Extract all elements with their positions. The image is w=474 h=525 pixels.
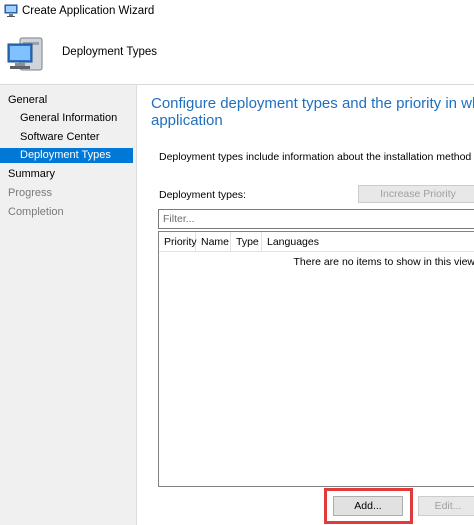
title-bar: Create Application Wizard [0, 0, 474, 25]
sidebar-item-label: Deployment Types [20, 149, 111, 161]
wizard-sidebar: General General Information Software Cen… [0, 85, 137, 525]
column-header-label: Languages [267, 236, 319, 248]
sidebar-item-software-center[interactable]: Software Center [20, 130, 130, 145]
page-heading: Deployment Types [62, 46, 158, 58]
wizard-header: Deployment Types [0, 24, 474, 85]
deployment-types-label: Deployment types: [159, 189, 246, 201]
window-title: Create Application Wizard [22, 5, 155, 17]
sidebar-item-label: Progress [8, 187, 53, 199]
column-header-label: Type [236, 236, 259, 248]
edit-button[interactable]: Edit... [418, 496, 474, 516]
page-title-line-1: Configure deployment types and the prior… [151, 95, 474, 112]
sidebar-item-label: General [8, 94, 48, 106]
edit-button-label: Edit... [434, 500, 462, 512]
sidebar-item-general[interactable]: General [8, 93, 128, 108]
sidebar-item-deployment-types[interactable]: Deployment Types [0, 148, 133, 163]
increase-priority-label: Increase Priority [380, 188, 456, 200]
sidebar-item-label: Completion [8, 206, 64, 218]
column-header-type[interactable]: Type [231, 232, 262, 252]
column-header-languages[interactable]: Languages [262, 232, 474, 252]
column-header-name[interactable]: Name [196, 232, 231, 252]
empty-list-message: There are no items to show in this view [293, 256, 474, 268]
sidebar-item-label: General Information [20, 112, 118, 124]
sidebar-item-label: Summary [8, 168, 56, 180]
page-title-line-2: application [151, 112, 223, 129]
filter-input[interactable]: Filter... [158, 209, 474, 229]
deployment-types-list[interactable]: Priority Name Type Languages There are n… [158, 231, 474, 487]
sidebar-item-progress: Progress [8, 186, 128, 201]
sidebar-item-general-information[interactable]: General Information [20, 111, 130, 126]
page-title: Configure deployment types and the prior… [151, 95, 474, 129]
column-header-label: Name [201, 236, 230, 248]
description-text: Deployment types include information abo… [159, 151, 474, 163]
computer-icon [7, 37, 43, 71]
sidebar-item-label: Software Center [20, 131, 100, 143]
main-panel: Configure deployment types and the prior… [137, 85, 474, 525]
column-header-priority[interactable]: Priority [159, 232, 197, 252]
filter-placeholder: Filter... [163, 213, 195, 225]
sidebar-item-summary[interactable]: Summary [8, 167, 128, 182]
column-header-label: Priority [164, 236, 197, 248]
highlight-box [324, 488, 413, 524]
increase-priority-button[interactable]: Increase Priority [358, 185, 474, 203]
sidebar-item-completion: Completion [8, 205, 128, 220]
computer-icon [4, 4, 18, 17]
